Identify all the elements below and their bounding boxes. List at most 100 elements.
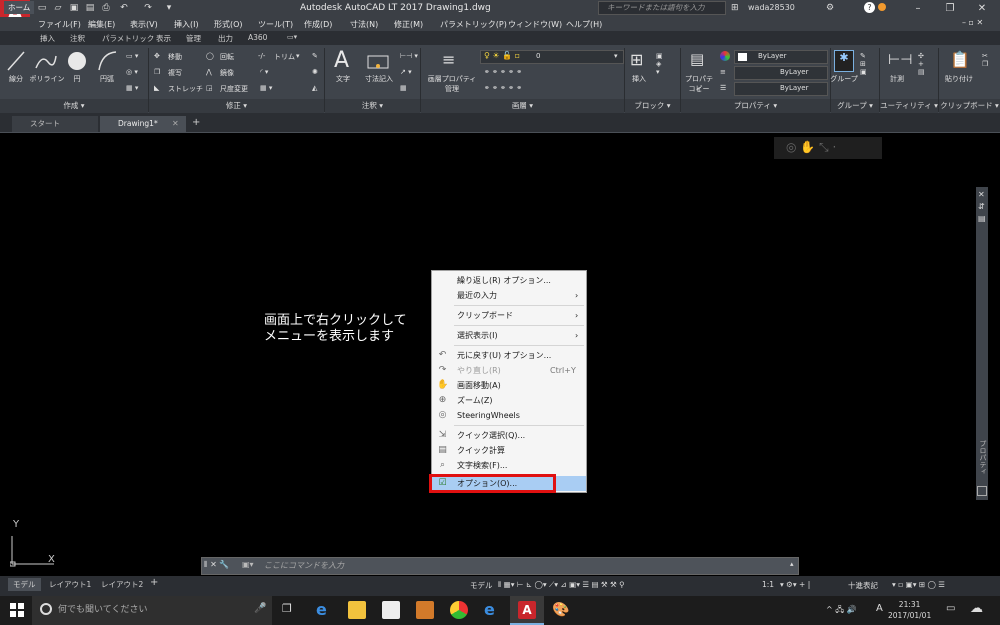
undo-icon[interactable]: ↶ bbox=[118, 2, 130, 14]
store-icon[interactable] bbox=[382, 601, 400, 619]
mirror-label[interactable]: 鏡像 bbox=[220, 68, 234, 78]
hatch-icon[interactable]: ◎ ▾ bbox=[126, 68, 138, 76]
menu-parametric[interactable]: パラメトリック(P) bbox=[440, 19, 507, 30]
menu-file[interactable]: ファイル(F) bbox=[38, 19, 81, 30]
trim-label[interactable]: トリム bbox=[274, 52, 295, 62]
menu-item-undo[interactable]: ↶ 元に戻す(U) オプション... bbox=[432, 348, 586, 363]
nav-tools-icons[interactable]: ◎ ✋ ⤡ · bbox=[786, 140, 836, 155]
menu-item-pan[interactable]: ✋ 画面移動(A) bbox=[432, 378, 586, 393]
command-history-icon[interactable]: ▴ bbox=[790, 560, 794, 568]
clipboard-tools-icons[interactable]: ✂ ❐ bbox=[982, 52, 988, 68]
tab-layout1[interactable]: レイアウト1 bbox=[44, 578, 96, 591]
layer-tools-row-2[interactable]: ⚭ ⚭ ⚭ ⚭ ⚭ bbox=[484, 84, 522, 92]
qat-dropdown-icon[interactable]: ▾ bbox=[163, 2, 175, 14]
menu-item-find-text[interactable]: ⌕ 文字検索(F)... bbox=[432, 458, 586, 473]
plot-icon[interactable]: ⎙ bbox=[100, 2, 112, 14]
fillet-icon[interactable]: ◜ ▾ bbox=[260, 68, 268, 76]
new-file-icon[interactable]: ▭ bbox=[36, 2, 48, 14]
stretch-label[interactable]: ストレッチ bbox=[168, 84, 203, 94]
new-tab-icon[interactable]: + bbox=[192, 117, 200, 128]
help-icon[interactable]: ? bbox=[864, 2, 875, 13]
layers-panel-footer[interactable]: 画層 ▾ bbox=[421, 99, 624, 113]
doc-window-controls[interactable]: – ▫ ✕ bbox=[962, 18, 983, 27]
file-explorer-icon[interactable] bbox=[348, 601, 366, 619]
tab-a360[interactable]: A360 bbox=[248, 33, 267, 42]
model-space-toggle[interactable]: モデル bbox=[470, 580, 493, 591]
table-icon[interactable]: ▦ bbox=[400, 84, 407, 92]
status-tools-icons[interactable]: ▾ ⚙▾ + | bbox=[780, 580, 810, 589]
add-layout-icon[interactable]: + bbox=[150, 577, 158, 588]
menu-item-redo[interactable]: ↷ やり直し(R) Ctrl+Y bbox=[432, 363, 586, 378]
command-line-close-icon[interactable]: ⦀ ✕ 🔧 bbox=[204, 560, 229, 570]
menu-item-steeringwheels[interactable]: ◎ SteeringWheels bbox=[432, 408, 586, 423]
polyline-tool-icon[interactable] bbox=[34, 50, 58, 72]
leader-icon[interactable]: ↗ ▾ bbox=[400, 68, 412, 76]
units-display[interactable]: 十進表記 bbox=[848, 580, 878, 591]
notification-icon[interactable] bbox=[878, 3, 886, 11]
menu-insert[interactable]: 挿入(I) bbox=[174, 19, 199, 30]
cortana-search-box[interactable]: 何でも聞いてください bbox=[32, 596, 272, 625]
status-right-icons[interactable]: ▾ ▫ ▣▾ ⊞ ◯ ☰ bbox=[892, 580, 945, 589]
status-toggles-icons[interactable]: ⦀ ▦▾ ⊢ ⊾ ◯▾ ⟋▾ ⊿ ▣▾ ☰ ▤ ⚒ ⚒ ⚲ bbox=[498, 580, 625, 590]
close-button[interactable]: ✕ bbox=[964, 0, 1000, 17]
notifications-icon[interactable]: ▭ bbox=[946, 603, 955, 614]
copy-icon[interactable]: ❐ bbox=[154, 68, 160, 76]
draw-panel-footer[interactable]: 作成 ▾ bbox=[0, 99, 148, 113]
erase-icon[interactable]: ✎ bbox=[312, 52, 318, 60]
media-player-icon[interactable] bbox=[416, 601, 434, 619]
palette-controls-icons[interactable]: ✕ ⇵ ▤ bbox=[978, 189, 986, 225]
user-account[interactable]: wada28530 bbox=[748, 3, 795, 12]
tab-home[interactable]: ホーム bbox=[4, 1, 35, 14]
menu-tools[interactable]: ツール(T) bbox=[258, 19, 293, 30]
array-icon[interactable]: ▦ ▾ bbox=[260, 84, 272, 92]
tab-manage[interactable]: 管理 bbox=[186, 33, 201, 44]
menu-item-zoom[interactable]: ⊕ ズーム(Z) bbox=[432, 393, 586, 408]
line-tool-icon[interactable] bbox=[6, 50, 26, 72]
match-properties-icon[interactable]: ▤ bbox=[690, 50, 704, 68]
exchange-icon[interactable]: ⚙ bbox=[826, 3, 834, 13]
menu-item-isolate[interactable]: 選択表示(I) › bbox=[432, 328, 586, 343]
open-file-icon[interactable]: ▱ bbox=[52, 2, 64, 14]
trim-icon[interactable]: -/- bbox=[258, 52, 265, 60]
move-label[interactable]: 移動 bbox=[168, 52, 182, 62]
measure-icon[interactable]: ⊢⊣ bbox=[888, 52, 912, 68]
utility-tools-icons[interactable]: ✣ + ▤ bbox=[918, 52, 925, 76]
binoculars-icon[interactable]: ⊞ bbox=[731, 3, 739, 13]
tray-icons[interactable]: ^ 🖧 🔊 bbox=[826, 604, 857, 618]
maximize-button[interactable]: ❐ bbox=[932, 0, 968, 17]
stretch-icon[interactable]: ◣ bbox=[154, 84, 159, 92]
ribbon-toggle-icon[interactable]: ▭▾ bbox=[287, 33, 297, 41]
menu-draw[interactable]: 作成(D) bbox=[304, 19, 332, 30]
copy-label[interactable]: 複写 bbox=[168, 68, 182, 78]
scale-label[interactable]: 尺度変更 bbox=[220, 84, 248, 94]
annotation-panel-footer[interactable]: 注釈 ▾ bbox=[325, 99, 420, 113]
tab-view[interactable]: 表示 bbox=[156, 33, 171, 44]
minimize-button[interactable]: – bbox=[900, 0, 936, 17]
dimension-tool-icon[interactable] bbox=[366, 52, 390, 72]
chrome-icon[interactable] bbox=[450, 601, 468, 619]
group-icon[interactable]: ✱ bbox=[834, 50, 854, 72]
menu-edit[interactable]: 編集(E) bbox=[88, 19, 115, 30]
block-tools-icons[interactable]: ▣ ◈ ▾ bbox=[656, 52, 663, 76]
menu-view[interactable]: 表示(V) bbox=[130, 19, 158, 30]
menu-item-quick-calc[interactable]: ▤ クイック計算 bbox=[432, 443, 586, 458]
layer-tools-row-1[interactable]: ⚭ ⚭ ⚭ ⚭ ⚭ bbox=[484, 68, 522, 76]
offset-icon[interactable]: ◭ bbox=[312, 84, 317, 92]
edge-icon[interactable]: e bbox=[316, 601, 334, 619]
groups-panel-footer[interactable]: グループ ▾ bbox=[831, 99, 879, 113]
properties-panel-footer[interactable]: プロパティ ▾ bbox=[681, 99, 830, 113]
utilities-panel-footer[interactable]: ユーティリティ ▾ bbox=[880, 99, 938, 113]
text-tool-icon[interactable]: A bbox=[334, 48, 349, 73]
menu-help[interactable]: ヘルプ(H) bbox=[566, 19, 602, 30]
scale-icon[interactable]: ◲ bbox=[206, 84, 213, 92]
mirror-icon[interactable]: ⋀ bbox=[206, 68, 212, 76]
explode-icon[interactable]: ✺ bbox=[312, 68, 318, 76]
rotate-icon[interactable]: ◯ bbox=[206, 52, 214, 60]
menu-item-quick-select[interactable]: ⇲ クイック選択(Q)... bbox=[432, 428, 586, 443]
modify-panel-footer[interactable]: 修正 ▾ bbox=[149, 99, 324, 113]
tab-parametric[interactable]: パラメトリック bbox=[102, 33, 154, 44]
clipboard-panel-footer[interactable]: クリップボード ▾ bbox=[939, 99, 1000, 113]
ime-indicator[interactable]: A bbox=[876, 603, 883, 614]
block-panel-footer[interactable]: ブロック ▾ bbox=[625, 99, 680, 113]
menu-modify[interactable]: 修正(M) bbox=[394, 19, 423, 30]
